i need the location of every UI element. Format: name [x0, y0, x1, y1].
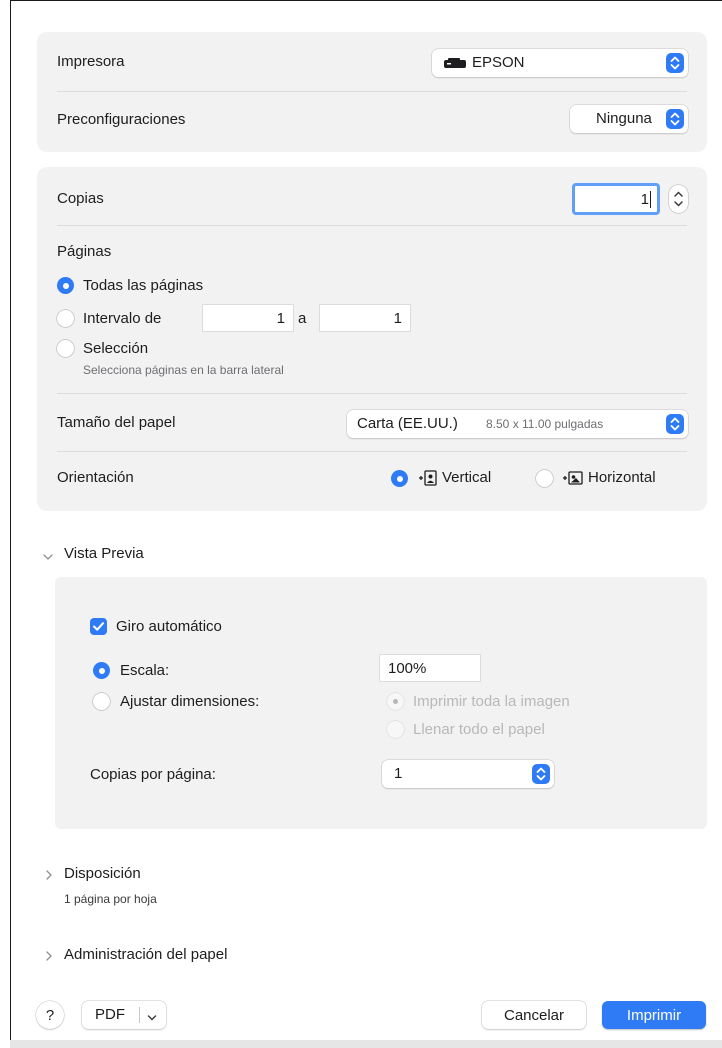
range-to-value: 1	[393, 309, 402, 327]
radio-selection[interactable]	[57, 340, 74, 357]
range-to-input[interactable]: 1	[320, 305, 410, 331]
paper-handling-section-title[interactable]: Administración del papel	[64, 946, 227, 963]
range-label: Intervalo de	[83, 310, 162, 327]
pdf-label: PDF	[95, 1006, 125, 1023]
print-dialog	[10, 0, 722, 1048]
portrait-icon	[418, 469, 438, 491]
landscape-icon	[562, 469, 584, 491]
window-bottom-edge	[10, 1040, 722, 1048]
chevron-down-icon	[146, 1010, 158, 1027]
copies-per-page-select[interactable]: 1	[382, 760, 554, 788]
layout-section-title[interactable]: Disposición	[64, 865, 141, 882]
radio-page-range[interactable]	[57, 310, 74, 327]
pdf-menu-button[interactable]: PDF	[82, 1001, 166, 1029]
radio-fit[interactable]	[93, 693, 110, 710]
printer-value: EPSON	[472, 54, 525, 71]
copies-per-page-label: Copias por página:	[90, 766, 216, 783]
range-from-value: 1	[276, 309, 285, 327]
chevron-updown-icon	[666, 53, 684, 73]
chevron-right-icon[interactable]	[44, 868, 54, 885]
menu-divider	[139, 1007, 140, 1023]
copies-input[interactable]: 1	[572, 183, 660, 215]
orientation-label: Orientación	[57, 469, 134, 486]
radio-print-entire-image[interactable]	[387, 693, 404, 710]
chevron-down-icon[interactable]	[42, 549, 54, 566]
layout-summary: 1 página por hoja	[64, 892, 157, 906]
separator	[57, 393, 687, 394]
chevron-right-icon[interactable]	[44, 949, 54, 966]
radio-orientation-horizontal[interactable]	[536, 470, 553, 487]
fill-paper-label: Llenar todo el papel	[413, 721, 545, 738]
cancel-label: Cancelar	[503, 1006, 565, 1024]
copies-label: Copias	[57, 190, 104, 207]
fit-label: Ajustar dimensiones:	[120, 693, 260, 710]
radio-scale[interactable]	[93, 662, 110, 679]
scale-label: Escala:	[120, 662, 170, 679]
presets-select[interactable]: Ninguna	[570, 105, 688, 133]
print-button[interactable]: Imprimir	[602, 1001, 706, 1029]
auto-rotate-checkbox[interactable]	[90, 618, 107, 635]
range-separator: a	[298, 310, 307, 327]
radio-all-pages[interactable]	[57, 277, 74, 294]
preview-section-title[interactable]: Vista Previa	[64, 545, 144, 562]
scale-value: 100%	[388, 659, 427, 677]
chevron-updown-icon	[666, 414, 684, 434]
paper-size-label: Tamaño del papel	[57, 414, 176, 431]
print-entire-image-label: Imprimir toda la imagen	[413, 693, 570, 710]
vertical-label: Vertical	[442, 469, 492, 486]
help-button[interactable]: ?	[36, 1001, 64, 1029]
radio-fill-paper[interactable]	[387, 721, 404, 738]
print-options-panel	[37, 167, 707, 511]
copies-per-page-value: 1	[394, 765, 403, 782]
printer-select[interactable]: EPSON	[432, 49, 688, 77]
radio-orientation-vertical[interactable]	[391, 470, 408, 487]
all-pages-label: Todas las páginas	[83, 277, 204, 294]
separator	[57, 451, 687, 452]
help-label: ?	[45, 1006, 55, 1024]
horizontal-label: Horizontal	[588, 469, 656, 486]
separator	[57, 91, 687, 92]
copies-stepper[interactable]	[669, 185, 688, 213]
selection-hint: Selecciona páginas en la barra lateral	[83, 363, 284, 377]
range-from-input[interactable]: 1	[203, 305, 293, 331]
cancel-button[interactable]: Cancelar	[482, 1001, 586, 1029]
scale-input[interactable]: 100%	[380, 655, 480, 681]
chevron-updown-icon	[666, 109, 684, 129]
print-label: Imprimir	[626, 1006, 682, 1024]
copies-value: 1	[640, 190, 651, 208]
printer-icon	[444, 57, 466, 69]
pages-label: Páginas	[57, 243, 112, 260]
paper-size-dimensions: 8.50 x 11.00 pulgadas	[486, 417, 604, 431]
separator	[57, 225, 687, 226]
printer-label: Impresora	[57, 53, 125, 70]
chevron-updown-icon	[532, 764, 550, 784]
paper-size-value: Carta (EE.UU.)	[357, 415, 458, 432]
checkmark-icon	[93, 622, 104, 631]
paper-size-select[interactable]: Carta (EE.UU.) 8.50 x 11.00 pulgadas	[347, 410, 688, 438]
selection-label: Selección	[83, 340, 149, 357]
stepper-arrows-icon	[674, 191, 683, 207]
presets-label: Preconfiguraciones	[57, 111, 186, 128]
auto-rotate-label: Giro automático	[116, 618, 222, 635]
presets-value: Ninguna	[596, 110, 652, 127]
